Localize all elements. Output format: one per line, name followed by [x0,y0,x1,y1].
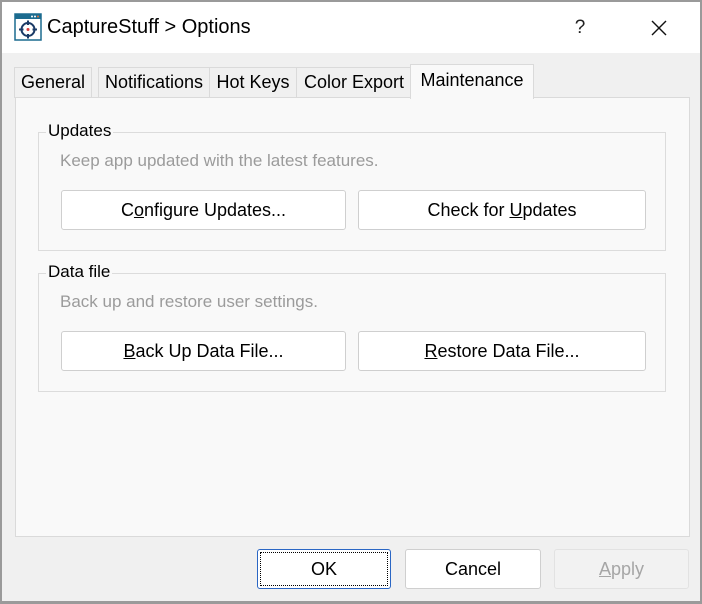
window-title: CaptureStuff > Options [47,16,251,38]
help-button[interactable]: ? [558,12,602,44]
maintenance-panel: Updates Keep app updated with the latest… [15,97,690,537]
button-label: ack Up Data File... [135,341,284,361]
close-button[interactable] [636,12,682,44]
updates-group: Updates Keep app updated with the latest… [38,121,666,251]
restore-data-file-button[interactable]: Restore Data File... [358,331,646,371]
options-dialog: CaptureStuff > Options ? General Notific… [0,0,702,604]
button-label: pply [610,559,645,579]
title-bar[interactable]: CaptureStuff > Options ? [2,2,700,53]
data-file-description: Back up and restore user settings. [60,292,318,311]
tab-hot-keys[interactable]: Hot Keys [209,67,297,98]
mnemonic-key: R [424,341,438,361]
apply-button[interactable]: Apply [554,549,689,589]
tab-general[interactable]: General [14,67,92,98]
mnemonic-key: B [123,341,136,361]
close-icon [651,20,667,36]
tab-notifications[interactable]: Notifications [98,67,210,98]
ok-button[interactable]: OK [257,549,391,589]
button-label: pdates [522,200,577,220]
tab-color-export[interactable]: Color Export [296,67,412,98]
tab-maintenance[interactable]: Maintenance [410,64,534,99]
back-up-data-file-button[interactable]: Back Up Data File... [61,331,346,371]
cancel-button[interactable]: Cancel [405,549,541,589]
data-file-group: Data file Back up and restore user setti… [38,262,666,392]
mnemonic-key: U [509,200,523,220]
button-label: estore Data File... [437,341,580,361]
updates-group-title: Updates [46,121,114,141]
button-label: nfigure Updates... [143,200,287,220]
button-label: Check for [427,200,510,220]
mnemonic-key: A [598,559,611,579]
updates-description: Keep app updated with the latest feature… [60,151,379,170]
check-for-updates-button[interactable]: Check for Updates [358,190,646,230]
mnemonic-key: o [133,200,144,220]
crosshair-target-icon [14,13,42,41]
button-label: C [120,200,134,220]
configure-updates-button[interactable]: Configure Updates... [61,190,346,230]
data-file-group-title: Data file [46,262,113,282]
